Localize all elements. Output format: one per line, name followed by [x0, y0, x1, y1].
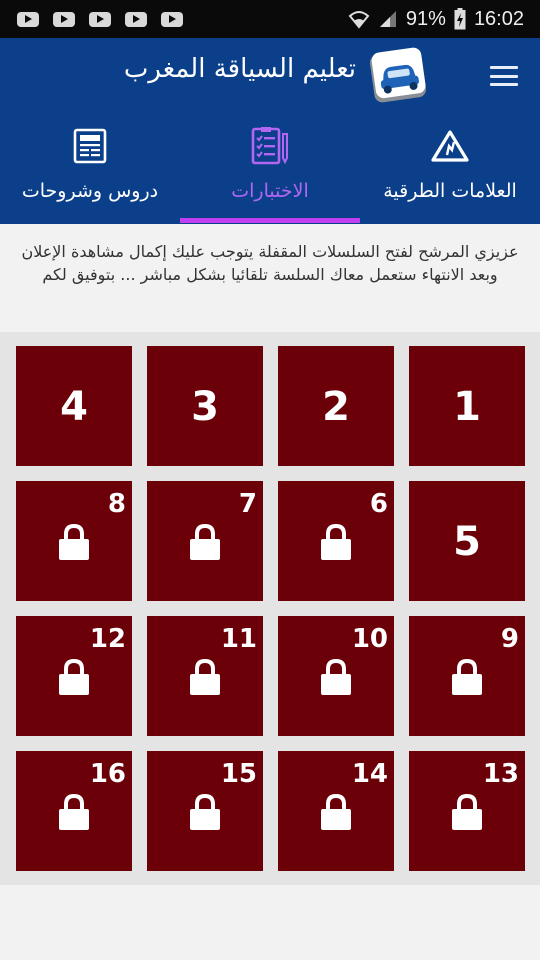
lock-icon: [59, 523, 89, 560]
series-number: 9: [500, 624, 519, 654]
battery-charging-icon: [454, 8, 466, 30]
lock-icon: [190, 523, 220, 560]
series-number: 11: [220, 624, 257, 654]
youtube-icon: [89, 11, 111, 27]
app-title: تعليم السياقة المغرب: [123, 54, 356, 84]
series-tile-locked[interactable]: 10: [278, 616, 394, 736]
checklist-icon: [251, 127, 288, 165]
lock-icon: [59, 658, 89, 695]
selected-tab-indicator: [180, 218, 360, 223]
status-right: 91% 16:02: [348, 0, 524, 38]
series-grid: 1 2 3 4 5 6 7 8 9 10 11 12 13 14 15 16: [0, 332, 540, 885]
series-tile-locked[interactable]: 8: [16, 481, 132, 601]
lock-icon: [321, 658, 351, 695]
lock-icon: [190, 658, 220, 695]
series-number: 5: [453, 519, 481, 565]
lock-icon: [452, 793, 482, 830]
series-number: 2: [322, 384, 350, 430]
lock-icon: [452, 658, 482, 695]
tab-lessons[interactable]: دروس وشروحات: [0, 116, 180, 224]
signal-icon: [379, 11, 396, 27]
lock-icon: [190, 793, 220, 830]
series-number: 13: [482, 759, 519, 789]
info-text: عزيزي المرشح لفتح السلسلات المقفلة يتوجب…: [21, 242, 519, 284]
youtube-icon: [17, 11, 39, 27]
lock-icon: [321, 793, 351, 830]
tab-tests[interactable]: الاختبارات: [180, 116, 360, 224]
series-tile[interactable]: 3: [147, 346, 263, 466]
hamburger-menu-icon[interactable]: [490, 66, 518, 86]
tab-road-signs[interactable]: العلامات الطرقية: [360, 116, 540, 224]
series-number: 4: [60, 384, 88, 430]
notification-icons: [17, 11, 183, 27]
series-number: 6: [369, 489, 388, 519]
series-tile-locked[interactable]: 14: [278, 751, 394, 871]
tab-label: دروس وشروحات: [21, 180, 159, 202]
series-number: 10: [351, 624, 388, 654]
series-tile-locked[interactable]: 9: [409, 616, 525, 736]
newspaper-icon: [73, 128, 107, 164]
lock-icon: [59, 793, 89, 830]
series-tile-locked[interactable]: 6: [278, 481, 394, 601]
tab-bar: العلامات الطرقية الاختبارات دروس وشروحات: [0, 116, 540, 224]
series-tile-locked[interactable]: 11: [147, 616, 263, 736]
series-number: 15: [220, 759, 257, 789]
youtube-icon: [53, 11, 75, 27]
series-tile[interactable]: 5: [409, 481, 525, 601]
series-tile-locked[interactable]: 16: [16, 751, 132, 871]
series-number: 7: [238, 489, 257, 519]
road-sign-icon: [431, 130, 469, 162]
car-logo-icon: [369, 47, 427, 103]
series-tile-locked[interactable]: 7: [147, 481, 263, 601]
tab-label: الاختبارات: [231, 180, 309, 202]
series-number: 14: [351, 759, 388, 789]
series-number: 3: [191, 384, 219, 430]
status-bar: 91% 16:02: [0, 0, 540, 38]
series-number: 16: [89, 759, 126, 789]
series-tile[interactable]: 2: [278, 346, 394, 466]
youtube-icon: [161, 11, 183, 27]
youtube-icon: [125, 11, 147, 27]
battery-percent: 91%: [405, 7, 446, 30]
series-tile[interactable]: 4: [16, 346, 132, 466]
series-number: 1: [453, 384, 481, 430]
series-tile-locked[interactable]: 12: [16, 616, 132, 736]
series-tile[interactable]: 1: [409, 346, 525, 466]
app-bar: تعليم السياقة المغرب العلامات الطرقية ال…: [0, 38, 540, 224]
series-number: 8: [107, 489, 126, 519]
series-tile-locked[interactable]: 15: [147, 751, 263, 871]
series-tile-locked[interactable]: 13: [409, 751, 525, 871]
lock-icon: [321, 523, 351, 560]
clock: 16:02: [473, 7, 524, 30]
wifi-icon: [348, 11, 370, 29]
tab-label: العلامات الطرقية: [383, 180, 517, 202]
series-number: 12: [89, 624, 126, 654]
app-bar-top: تعليم السياقة المغرب: [0, 38, 540, 116]
